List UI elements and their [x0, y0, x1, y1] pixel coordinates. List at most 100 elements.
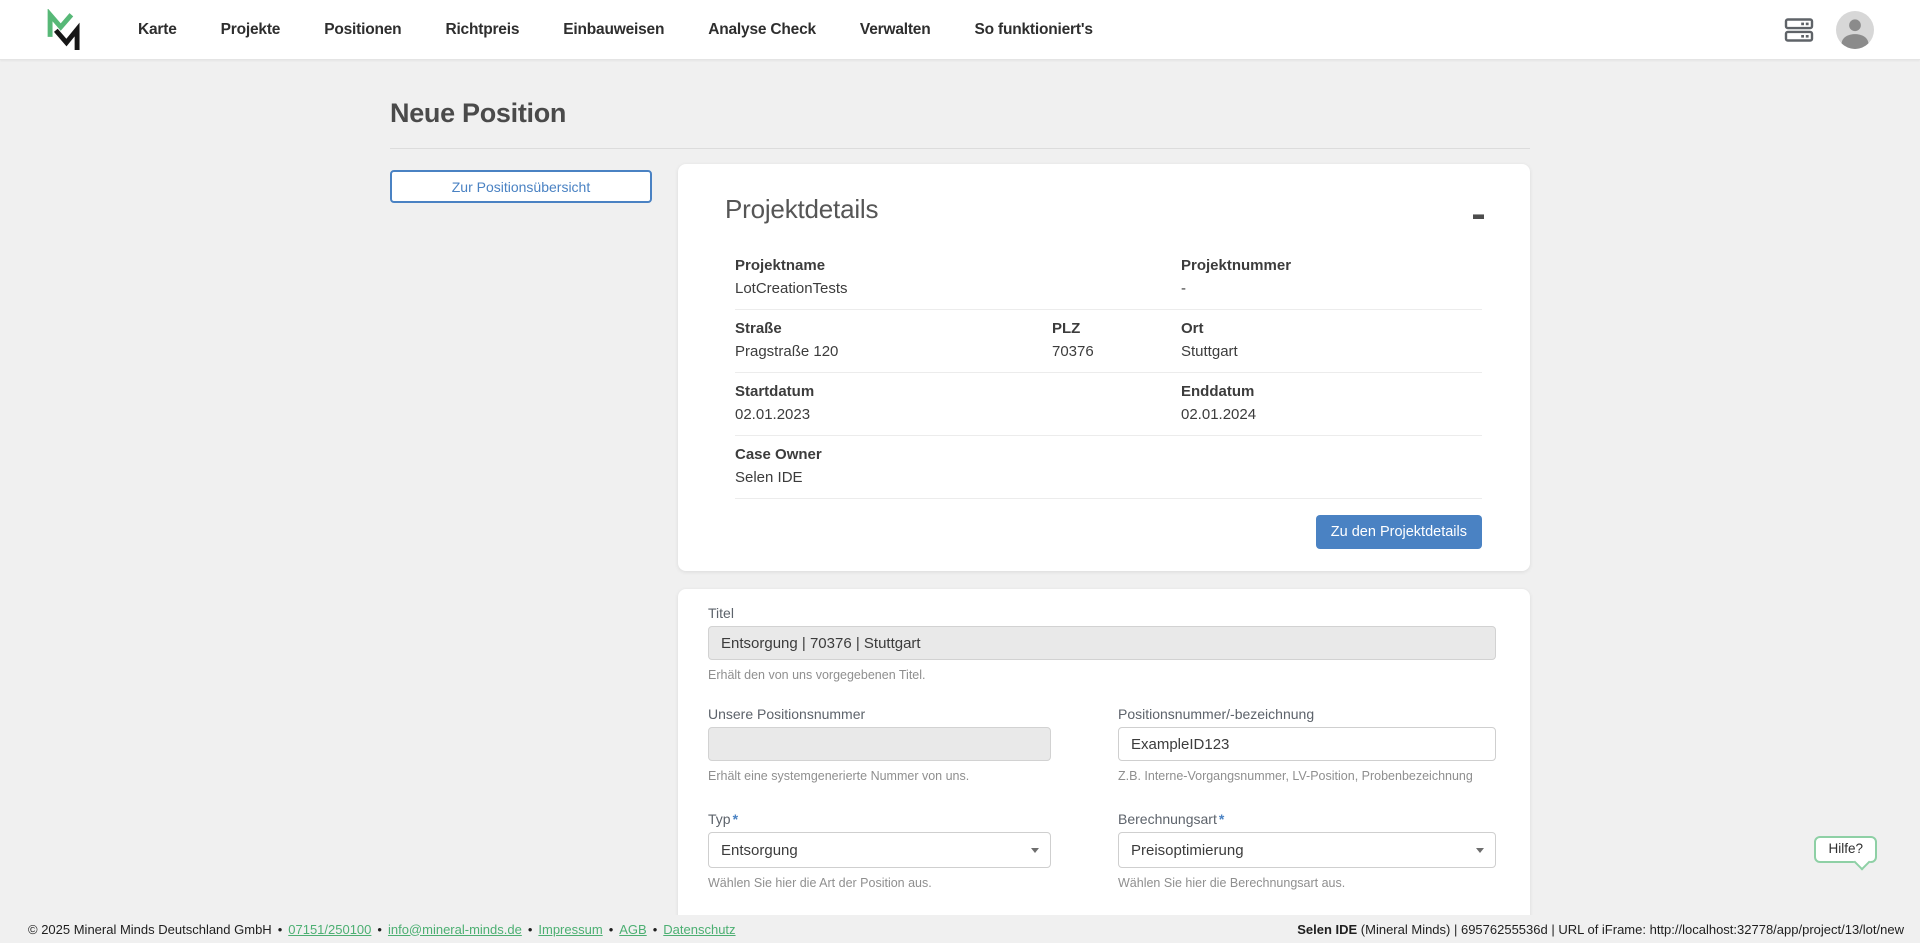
collapse-card-button[interactable]	[1469, 210, 1488, 223]
main-content: Neue Position Zur Positionsübersicht Pro…	[390, 0, 1530, 943]
footer-session-details: (Mineral Minds) | 69576255536d | URL of …	[1357, 922, 1904, 937]
nav-item-projekte[interactable]: Projekte	[221, 21, 281, 39]
nav-item-so-funktionierts[interactable]: So funktioniert's	[975, 21, 1093, 39]
mineral-minds-logo[interactable]	[46, 9, 82, 50]
chevron-down-icon	[1031, 848, 1039, 853]
left-pane: Zur Positionsübersicht	[390, 164, 678, 203]
typ-label-text: Typ	[708, 811, 731, 827]
required-asterisk: *	[1219, 811, 1224, 827]
field-value: Stuttgart	[1181, 343, 1482, 360]
positionsbezeichnung-helper: Z.B. Interne-Vorgangsnummer, LV-Position…	[1118, 769, 1496, 783]
field-label: Ort	[1181, 320, 1482, 337]
nav-item-verwalten[interactable]: Verwalten	[860, 21, 931, 39]
footer-user-name: Selen IDE	[1297, 922, 1357, 937]
right-pane: Projektdetails Projektname LotCreationTe…	[678, 164, 1530, 943]
footer-separator: •	[609, 922, 614, 937]
positionsbezeichnung-label: Positionsnummer/-bezeichnung	[1118, 706, 1496, 722]
dns-icon-glyph	[1784, 17, 1814, 43]
titel-input	[708, 626, 1496, 660]
project-details-fields: Projektname LotCreationTests Projektnumm…	[735, 247, 1482, 499]
footer-separator: •	[278, 922, 283, 937]
appbar-right	[1784, 11, 1874, 49]
field-label: Straße	[735, 320, 1052, 337]
berechnungsart-label: Berechnungsart*	[1118, 811, 1496, 827]
field-label: Projektnummer	[1181, 257, 1482, 274]
titel-label: Titel	[708, 605, 1496, 621]
server-rows-icon[interactable]	[1784, 17, 1814, 43]
field-label: Projektname	[735, 257, 1052, 274]
footer-link-agb[interactable]: AGB	[619, 922, 646, 937]
field-strasse: Straße Pragstraße 120	[735, 320, 1052, 360]
to-positions-overview-button[interactable]: Zur Positionsübersicht	[390, 170, 652, 203]
unsere-positionsnummer-block: Unsere Positionsnummer Erhält eine syste…	[708, 706, 1051, 783]
field-projektname: Projektname LotCreationTests	[735, 257, 1052, 297]
field-value: -	[1181, 280, 1482, 297]
logo-icon	[46, 9, 82, 50]
chevron-down-icon	[1476, 848, 1484, 853]
field-value: Selen IDE	[735, 469, 1052, 486]
berechnungsart-select[interactable]: Preisoptimierung	[1118, 832, 1496, 868]
footer-link-datenschutz[interactable]: Datenschutz	[663, 922, 735, 937]
app-bar: Karte Projekte Positionen Richtpreis Ein…	[0, 0, 1920, 60]
nav-item-karte[interactable]: Karte	[138, 21, 177, 39]
field-ort: Ort Stuttgart	[1181, 320, 1482, 360]
berechnungsart-label-text: Berechnungsart	[1118, 811, 1217, 827]
field-projektnummer: Projektnummer -	[1181, 257, 1482, 297]
project-card-actions: Zu den Projektdetails	[725, 515, 1482, 557]
project-row-name-number: Projektname LotCreationTests Projektnumm…	[735, 247, 1482, 310]
footer-separator: •	[528, 922, 533, 937]
berechnungsart-helper: Wählen Sie hier die Berechnungsart aus.	[1118, 876, 1496, 890]
field-case-owner: Case Owner Selen IDE	[735, 446, 1052, 486]
typ-selected-value: Entsorgung	[721, 842, 798, 859]
field-label: PLZ	[1052, 320, 1181, 337]
title-divider	[390, 148, 1530, 149]
typ-select[interactable]: Entsorgung	[708, 832, 1051, 868]
unsere-positionsnummer-label: Unsere Positionsnummer	[708, 706, 1051, 722]
project-details-title: Projektdetails	[725, 194, 1482, 225]
project-details-card: Projektdetails Projektname LotCreationTe…	[678, 164, 1530, 571]
nav-item-richtpreis[interactable]: Richtpreis	[445, 21, 519, 39]
field-label: Case Owner	[735, 446, 1052, 463]
nav-item-einbauweisen[interactable]: Einbauweisen	[563, 21, 664, 39]
project-row-address: Straße Pragstraße 120 PLZ 70376 Ort Stut…	[735, 310, 1482, 373]
field-value: LotCreationTests	[735, 280, 1052, 297]
field-value: 02.01.2023	[735, 406, 1052, 423]
berechnungsart-selected-value: Preisoptimierung	[1131, 842, 1244, 859]
field-label: Startdatum	[735, 383, 1052, 400]
person-icon	[1836, 11, 1874, 49]
minus-icon	[1473, 214, 1484, 219]
field-plz: PLZ 70376	[1052, 320, 1181, 360]
footer-link-impressum[interactable]: Impressum	[538, 922, 602, 937]
help-button[interactable]: Hilfe?	[1814, 836, 1877, 863]
unsere-positionsnummer-input	[708, 727, 1051, 761]
footer: © 2025 Mineral Minds Deutschland GmbH • …	[0, 915, 1920, 943]
project-row-dates: Startdatum 02.01.2023 Enddatum 02.01.202…	[735, 373, 1482, 436]
to-project-details-button[interactable]: Zu den Projektdetails	[1316, 515, 1482, 549]
footer-link-email[interactable]: info@mineral-minds.de	[388, 922, 522, 937]
footer-left: © 2025 Mineral Minds Deutschland GmbH • …	[28, 922, 736, 937]
field-value: 70376	[1052, 343, 1181, 360]
typ-block: Typ* Entsorgung Wählen Sie hier die Art …	[708, 811, 1051, 890]
main-nav: Karte Projekte Positionen Richtpreis Ein…	[138, 21, 1093, 39]
required-asterisk: *	[733, 811, 738, 827]
field-label: Enddatum	[1181, 383, 1482, 400]
nav-item-positionen[interactable]: Positionen	[324, 21, 401, 39]
titel-field-block: Titel Erhält den von uns vorgegebenen Ti…	[708, 605, 1496, 682]
footer-separator: •	[377, 922, 382, 937]
positionsbezeichnung-input[interactable]	[1118, 727, 1496, 761]
unsere-positionsnummer-helper: Erhält eine systemgenerierte Nummer von …	[708, 769, 1051, 783]
berechnungsart-block: Berechnungsart* Preisoptimierung Wählen …	[1118, 811, 1496, 890]
footer-link-phone[interactable]: 07151/250100	[288, 922, 371, 937]
nav-item-analyse-check[interactable]: Analyse Check	[708, 21, 816, 39]
user-avatar[interactable]	[1836, 11, 1874, 49]
form-grid: Unsere Positionsnummer Erhält eine syste…	[708, 706, 1496, 890]
typ-label: Typ*	[708, 811, 1051, 827]
field-value: 02.01.2024	[1181, 406, 1482, 423]
project-row-owner: Case Owner Selen IDE	[735, 436, 1482, 499]
titel-helper: Erhält den von uns vorgegebenen Titel.	[708, 668, 1496, 682]
footer-separator: •	[653, 922, 658, 937]
field-value: Pragstraße 120	[735, 343, 1052, 360]
field-startdatum: Startdatum 02.01.2023	[735, 383, 1052, 423]
footer-session-info: Selen IDE (Mineral Minds) | 69576255536d…	[1297, 922, 1904, 937]
copyright-text: © 2025 Mineral Minds Deutschland GmbH	[28, 922, 272, 937]
